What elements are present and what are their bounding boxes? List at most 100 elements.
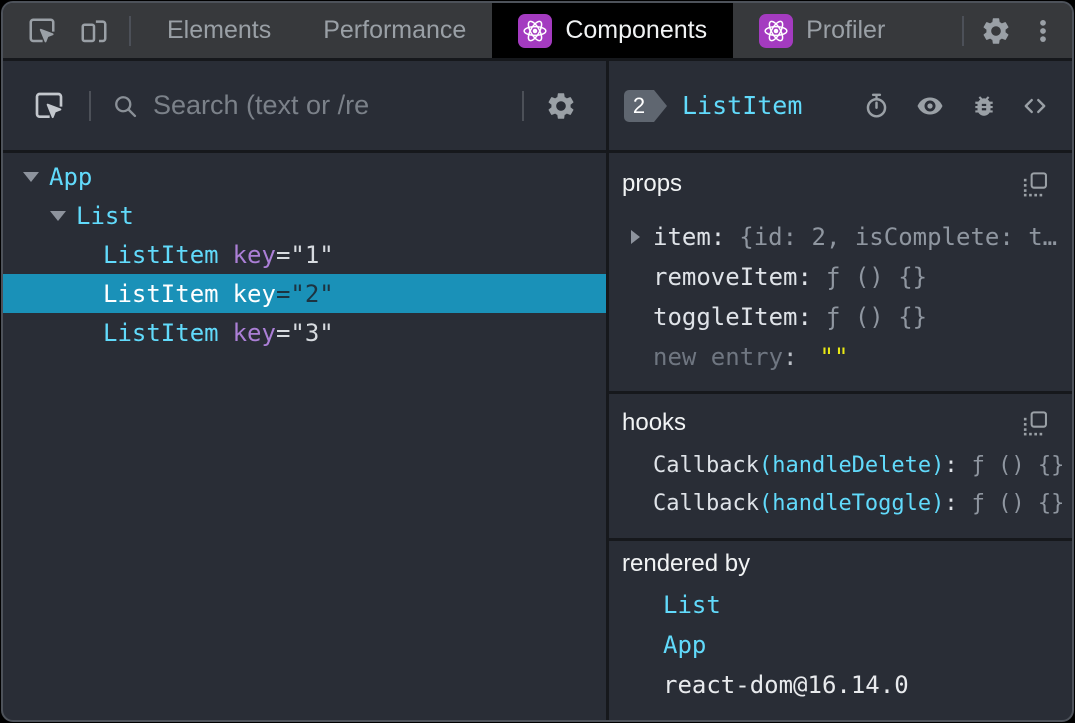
component-name: ListItem	[103, 279, 219, 308]
colon: :	[710, 223, 726, 251]
prop-name: item	[653, 223, 711, 251]
tree-item-list[interactable]: List	[3, 196, 606, 235]
devtools-window: Elements Performance Components Profiler	[1, 1, 1074, 722]
hook-args: (handleToggle)	[758, 490, 945, 516]
props-section: props item: {id: 2, isComplete: t… remove…	[609, 153, 1072, 394]
expand-icon[interactable]	[631, 230, 640, 244]
devtools-tab-bar: Elements Performance Components Profiler	[3, 3, 1072, 61]
owners-count-badge: 2	[624, 89, 667, 122]
search-box	[111, 90, 498, 121]
prop-row-toggleitem[interactable]: toggleItem: ƒ () {}	[622, 297, 1048, 337]
prop-value: ƒ () {}	[825, 303, 928, 331]
tree-toolbar	[3, 61, 606, 153]
hook-args: (handleDelete)	[758, 452, 945, 478]
component-tree: App List ListItem key ="1" ListItem key ="2"…	[3, 153, 606, 720]
key-value: ="2"	[275, 279, 334, 308]
badge-count: 2	[632, 92, 646, 118]
hook-row-handletoggle[interactable]: Callback (handleToggle): ƒ () {}	[622, 484, 1064, 522]
prop-row-new-entry[interactable]: new entry: ""	[622, 337, 1048, 377]
hook-value: ƒ () {}	[971, 452, 1065, 478]
new-entry-name[interactable]: new entry	[653, 343, 783, 371]
key-attribute: key	[232, 318, 276, 347]
prop-name: toggleItem	[653, 303, 798, 331]
component-name: ListItem	[103, 240, 219, 269]
device-toolbar-icon[interactable]	[79, 16, 109, 46]
prop-row-item[interactable]: item: {id: 2, isComplete: t…	[622, 217, 1057, 257]
component-name: ListItem	[103, 318, 219, 347]
key-attribute: key	[232, 240, 276, 269]
colon: :	[783, 343, 798, 371]
devtools-tabs: Elements Performance Components Profiler	[141, 3, 911, 58]
component-name: App	[49, 162, 93, 191]
react-logo-icon	[759, 13, 794, 48]
key-value: ="1"	[275, 240, 334, 269]
owner-link[interactable]: List	[663, 591, 721, 619]
tab-profiler[interactable]: Profiler	[733, 3, 911, 58]
tree-item-app[interactable]: App	[3, 157, 606, 196]
key-attribute: key	[232, 279, 276, 308]
toolbar-separator	[129, 15, 131, 46]
stopwatch-icon[interactable]	[862, 92, 890, 120]
key-value: ="3"	[275, 318, 334, 347]
inspector-actions	[862, 91, 1048, 121]
prop-row-removeitem[interactable]: removeItem: ƒ () {}	[622, 257, 1048, 297]
components-panel: App List ListItemkey="1" ListItemkey="2"…	[3, 61, 1072, 720]
hooks-section: hooks Callback (handleDelete): ƒ () {} Cal…	[609, 394, 1072, 541]
component-inspector-panel: 2 ListItem props item: {id: 2, isComple…	[609, 61, 1072, 720]
toolbar-separator	[522, 90, 524, 121]
toolbar-separator	[89, 90, 91, 121]
search-input[interactable]	[153, 90, 498, 121]
colon: :	[797, 303, 812, 331]
topbar-right-controls	[962, 13, 1058, 49]
settings-gear-icon[interactable]	[978, 13, 1014, 49]
kebab-menu-icon[interactable]	[1028, 14, 1058, 48]
view-source-icon[interactable]	[1022, 93, 1048, 119]
colon: :	[797, 263, 812, 291]
expander-icon[interactable]	[44, 210, 72, 221]
tree-item-listitem-2[interactable]: ListItem key ="2"	[3, 274, 606, 313]
hook-name: Callback	[653, 452, 759, 478]
props-section-title: props	[622, 170, 683, 197]
tree-item-listitem-3[interactable]: ListItem key ="3"	[3, 313, 606, 352]
rendered-by-section: rendered by List App react-dom@16.14.0	[609, 541, 1072, 720]
react-logo-icon	[518, 13, 553, 48]
tab-label: Elements	[167, 16, 272, 44]
inspector-header: 2 ListItem	[609, 61, 1072, 153]
expander-icon[interactable]	[17, 171, 45, 182]
bug-icon[interactable]	[970, 92, 997, 119]
rendered-by-app[interactable]: App	[663, 625, 1048, 665]
colon: :	[944, 490, 958, 516]
hook-name: Callback	[653, 490, 759, 516]
rendered-by-title: rendered by	[622, 550, 751, 577]
hook-row-handledelete[interactable]: Callback (handleDelete): ƒ () {}	[622, 446, 1064, 484]
component-tree-panel: App List ListItemkey="1" ListItemkey="2"…	[3, 61, 606, 720]
tree-item-listitem-1[interactable]: ListItem key ="1"	[3, 235, 606, 274]
toolbar-separator	[962, 15, 964, 46]
prop-value: {id: 2, isComplete: t…	[739, 223, 1058, 251]
rendered-by-react-dom: react-dom@16.14.0	[663, 665, 1048, 705]
new-entry-value[interactable]: ""	[820, 343, 849, 371]
settings-gear-icon[interactable]	[544, 89, 578, 123]
hook-value: ƒ () {}	[971, 490, 1065, 516]
prop-name: removeItem	[653, 263, 798, 291]
hooks-section-title: hooks	[622, 409, 687, 436]
rendered-by-list[interactable]: List	[663, 585, 1048, 625]
selected-component-title: ListItem	[682, 91, 803, 120]
tab-elements[interactable]: Elements	[141, 3, 297, 58]
colon: :	[944, 452, 958, 478]
component-name: List	[76, 201, 134, 230]
tab-label: Components	[565, 16, 708, 44]
tab-performance[interactable]: Performance	[297, 3, 492, 58]
copy-icon[interactable]	[1023, 410, 1048, 436]
tab-components[interactable]: Components	[492, 3, 734, 58]
inspect-component-icon[interactable]	[33, 90, 65, 122]
tab-label: Performance	[323, 16, 467, 44]
eye-icon[interactable]	[915, 91, 945, 121]
tab-label: Profiler	[806, 16, 886, 44]
search-icon	[111, 92, 139, 120]
renderer-version: react-dom@16.14.0	[663, 671, 909, 699]
prop-value: ƒ () {}	[825, 263, 928, 291]
owner-link[interactable]: App	[663, 631, 706, 659]
copy-icon[interactable]	[1023, 171, 1048, 197]
inspect-element-icon[interactable]	[27, 16, 57, 46]
